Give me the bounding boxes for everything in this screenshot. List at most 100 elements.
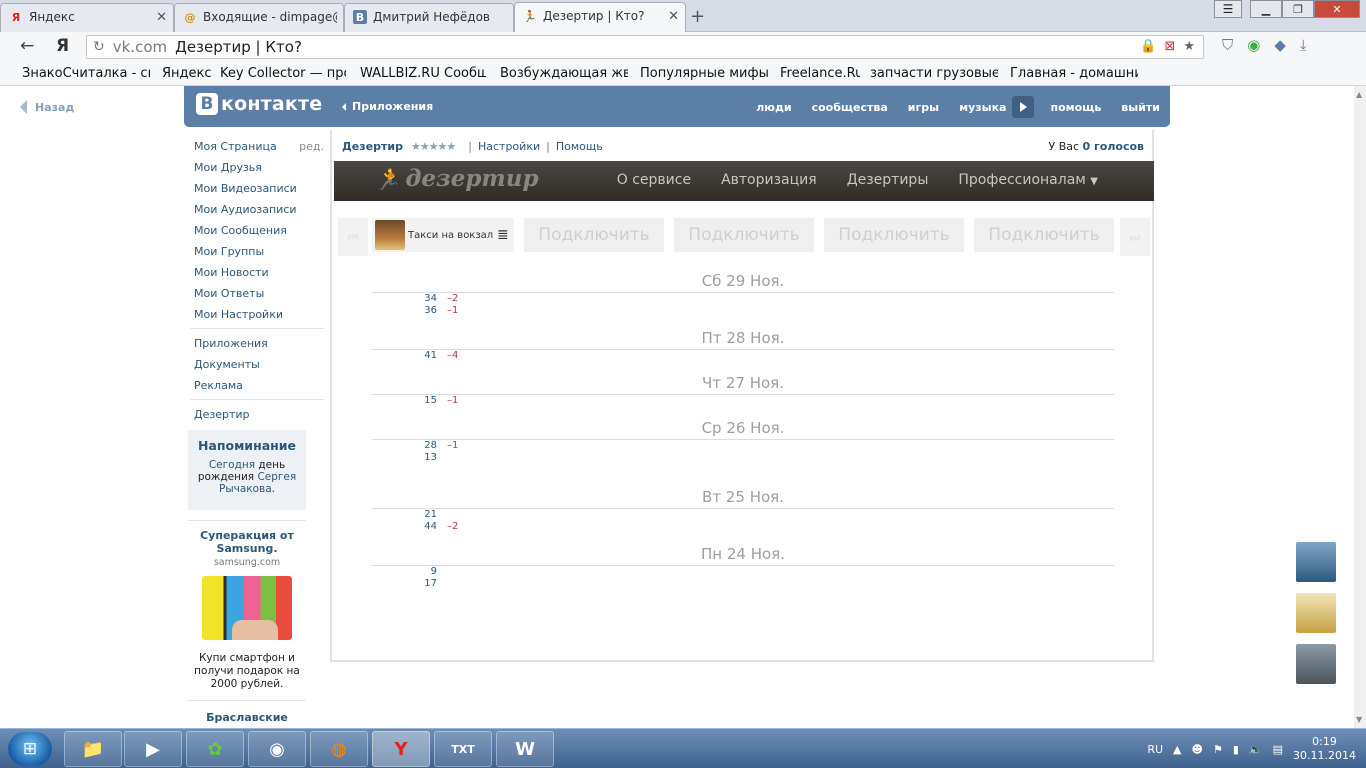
browser-tab-mail[interactable]: @ Входящие - dimpage@ [174,3,344,32]
power-icon[interactable]: ▮ [1233,743,1239,756]
address-bar[interactable]: ↻ vk.com Дезертир | Кто? 🔒 ⊠ ★ [86,35,1204,59]
icq-icon[interactable]: ✿ [186,731,244,767]
bookmark-item[interactable]: ЗнакоСчиталка - ск [22,66,150,81]
yandex-logo-icon[interactable]: Я [56,36,69,56]
new-tab-icon[interactable]: + [690,6,705,27]
bookmark-item[interactable]: Key Collector — про [220,66,346,81]
vk-logo[interactable]: В контакте [196,93,322,115]
bookmark-item[interactable]: запчасти грузовые с [870,66,998,81]
nav-games[interactable]: игры [898,101,949,114]
nav-help[interactable]: помощь [1040,101,1111,114]
bookmark-item[interactable]: Яндекс [162,66,212,81]
connect-button[interactable]: Подключить [974,218,1114,252]
extension-green-icon[interactable]: ◉ [1247,36,1260,54]
language-indicator[interactable]: RU [1147,743,1163,756]
bookmark-item[interactable]: Freelance.Ru [780,66,860,81]
music-play-button[interactable] [1012,96,1035,118]
menu-groups[interactable]: Мои Группы [194,241,324,262]
nav-music[interactable]: музыка [949,101,1016,114]
flag-icon[interactable]: ⚑ [1213,743,1223,756]
media-player-icon[interactable]: ▶ [124,731,182,767]
tab-close-icon[interactable]: ✕ [156,10,167,25]
browser-tab-yandex[interactable]: Я Яндекс ✕ [0,3,174,32]
tab-close-icon[interactable]: ✕ [668,9,679,24]
reminder-today-link[interactable]: Сегодня [209,459,255,471]
bookmark-item[interactable]: Главная - домашни [1010,66,1138,81]
app-name[interactable]: Дезертир [342,140,403,153]
friend-avatar[interactable] [1296,644,1336,684]
dezertir-logo[interactable]: 🏃 дезертир [374,165,539,192]
shield-icon[interactable]: ⛉ [1222,36,1233,54]
chrome-icon[interactable]: ◉ [248,731,306,767]
tray-arrow-icon[interactable]: ▲ [1173,743,1181,756]
bookmark-item[interactable]: Популярные мифы [640,66,768,81]
volume-icon[interactable]: 🔈 [1249,743,1263,756]
browser-menu-icon[interactable]: ☰ [1214,0,1242,18]
samsung-ad[interactable]: Суперакция от Samsung. samsung.com Купи … [188,520,306,691]
scroll-up-icon[interactable]: ▲ [1356,90,1362,99]
firefox-icon[interactable]: ◍ [310,731,368,767]
group-slot[interactable]: Такси на вокзал ≣ [372,218,514,252]
maximize-icon[interactable]: ❐ [1282,0,1314,18]
bookmark-item[interactable]: WALLBIZ.RU Сообщ [360,66,486,81]
nav-people[interactable]: люди [746,101,801,114]
menu-documents[interactable]: Документы [194,354,324,375]
tray-app-icon[interactable]: ☻ [1192,743,1203,756]
edit-link[interactable]: ред. [299,140,324,153]
menu-answers[interactable]: Мои Ответы [194,283,324,304]
page-scrollbar[interactable]: ▲ ▼ [1354,86,1366,728]
explorer-icon[interactable]: 📁 [64,731,122,767]
friend-avatar[interactable] [1296,542,1336,582]
close-window-icon[interactable]: ✕ [1314,0,1360,18]
menu-deserters[interactable]: Дезертиры [847,172,929,188]
menu-settings[interactable]: Мои Настройки [194,304,324,325]
menu-ads[interactable]: Реклама [194,375,324,396]
nav-communities[interactable]: сообщества [802,101,898,114]
connect-button[interactable]: Подключить [524,218,664,252]
slider-next-icon[interactable]: ⏭ [1120,218,1150,256]
bookmark-item[interactable]: Возбуждающая жва [500,66,628,81]
nav-logout[interactable]: выйти [1111,101,1170,114]
menu-videos[interactable]: Мои Видеозаписи [194,178,324,199]
blocked-icon[interactable]: ⊠ [1164,39,1175,54]
reload-icon[interactable]: ↻ [93,39,105,55]
menu-audios[interactable]: Мои Аудиозаписи [194,199,324,220]
ad-image[interactable] [202,576,292,640]
ad-title[interactable]: Суперакция от Samsung. [188,529,306,555]
txt-ru-icon[interactable]: TXT [434,731,492,767]
browser-tab-vk-profile[interactable]: В Дмитрий Нефёдов [344,3,514,32]
friend-avatar[interactable] [1296,593,1336,633]
clock[interactable]: 0:19 30.11.2014 [1293,735,1356,763]
network-icon[interactable]: ▤ [1273,743,1283,756]
connect-button[interactable]: Подключить [824,218,964,252]
extension-cat-icon[interactable]: ◆ [1274,36,1286,54]
word-icon[interactable]: W [496,731,554,767]
menu-news[interactable]: Мои Новости [194,262,324,283]
menu-auth[interactable]: Авторизация [721,172,817,188]
slider-prev-icon[interactable]: ⏮ [338,218,368,256]
menu-friends[interactable]: Мои Друзья [194,157,324,178]
menu-dezertir[interactable]: Дезертир [194,404,324,425]
list-icon[interactable]: ≣ [497,227,511,243]
votes-value[interactable]: 0 голосов [1083,140,1144,153]
menu-apps[interactable]: Приложения [194,333,324,354]
app-help-link[interactable]: Помощь [556,140,603,153]
yandex-browser-icon[interactable]: Y [372,731,430,767]
star-icon[interactable]: ★ [1183,39,1195,54]
menu-professionals[interactable]: Профессионалам ▼ [958,172,1098,188]
lock-icon[interactable]: 🔒 [1140,39,1156,54]
connect-button[interactable]: Подключить [674,218,814,252]
menu-about[interactable]: О сервисе [617,172,691,188]
download-icon[interactable]: ⤓ [1300,36,1307,54]
minimize-icon[interactable]: ▁ [1250,0,1282,18]
app-settings-link[interactable]: Настройки [478,140,540,153]
ad2-title[interactable]: Браславские озера [188,700,306,728]
menu-my-page[interactable]: Моя Страница ред. [194,136,324,157]
start-button[interactable]: ⊞ [8,732,52,766]
apps-link[interactable]: Приложения [342,100,433,113]
back-arrow-icon[interactable]: ← [20,36,34,56]
scroll-down-icon[interactable]: ▼ [1356,715,1362,724]
back-link[interactable]: Назад [20,100,74,114]
menu-messages[interactable]: Мои Сообщения [194,220,324,241]
browser-tab-dezertir[interactable]: 🏃 Дезертир | Кто? ✕ [514,2,686,33]
